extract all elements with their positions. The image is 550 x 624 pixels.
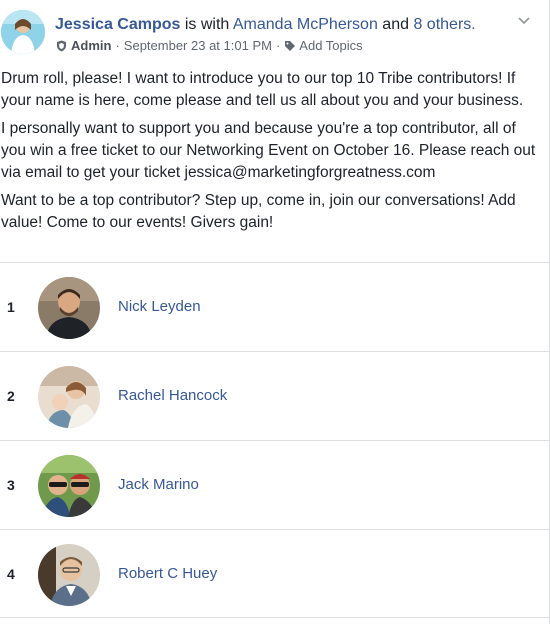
post-header-title: Jessica Campos is with Amanda McPherson … [55, 15, 476, 35]
avatar[interactable] [38, 455, 100, 517]
contributor-name-link[interactable]: Jack Marino [118, 476, 199, 493]
shield-icon [56, 40, 67, 52]
rank-number: 1 [7, 299, 15, 315]
post-paragraph: Want to be a top contributor? Step up, c… [1, 192, 516, 231]
author-avatar[interactable] [1, 10, 45, 54]
tag-icon [284, 40, 296, 52]
rank-number: 3 [7, 477, 15, 493]
contributor-name-link[interactable]: Nick Leyden [118, 298, 201, 315]
post-header: Jessica Campos is with Amanda McPherson … [0, 0, 549, 62]
avatar-image [38, 455, 100, 517]
avatar-image [38, 277, 100, 339]
rank-number: 4 [7, 566, 15, 582]
contributor-name-link[interactable]: Rachel Hancock [118, 387, 227, 404]
list-item: 2 Rachel Hancock [0, 351, 549, 440]
contributors-list: 1 Nick Leyden 2 Rachel Hancock 3 Jack Ma… [0, 262, 549, 618]
rank-number: 2 [7, 388, 15, 404]
list-item: 1 Nick Leyden [0, 262, 549, 351]
author-avatar-image [1, 10, 45, 54]
others-link[interactable]: 8 others. [413, 16, 475, 33]
post-options-button[interactable] [517, 14, 531, 28]
chevron-down-icon [518, 12, 530, 30]
post-paragraph: I personally want to support you and bec… [1, 120, 536, 181]
contributor-name-link[interactable]: Robert C Huey [118, 565, 217, 582]
meta-separator: · [115, 38, 120, 53]
avatar[interactable] [38, 277, 100, 339]
post-card: Jessica Campos is with Amanda McPherson … [0, 0, 550, 624]
meta-separator: · [275, 38, 281, 53]
and-text: and [382, 16, 409, 33]
admin-badge: Admin [71, 38, 112, 53]
post-paragraph: Drum roll, please! I want to introduce y… [1, 70, 524, 109]
avatar-image [38, 366, 100, 428]
add-topics-link[interactable]: Add Topics [299, 38, 362, 54]
avatar[interactable] [38, 544, 100, 606]
author-name-link[interactable]: Jessica Campos [55, 16, 180, 33]
avatar-image [38, 544, 100, 606]
list-item: 4 Robert C Huey [0, 529, 549, 618]
avatar[interactable] [38, 366, 100, 428]
post-meta: Admin · September 23 at 1:01 PM · Add To… [56, 38, 363, 54]
tagged-user-link[interactable]: Amanda McPherson [233, 16, 378, 33]
post-body: Drum roll, please! I want to introduce y… [1, 68, 541, 240]
post-timestamp-link[interactable]: September 23 at 1:01 PM [124, 38, 272, 54]
with-text: is with [184, 16, 230, 33]
list-item: 3 Jack Marino [0, 440, 549, 529]
